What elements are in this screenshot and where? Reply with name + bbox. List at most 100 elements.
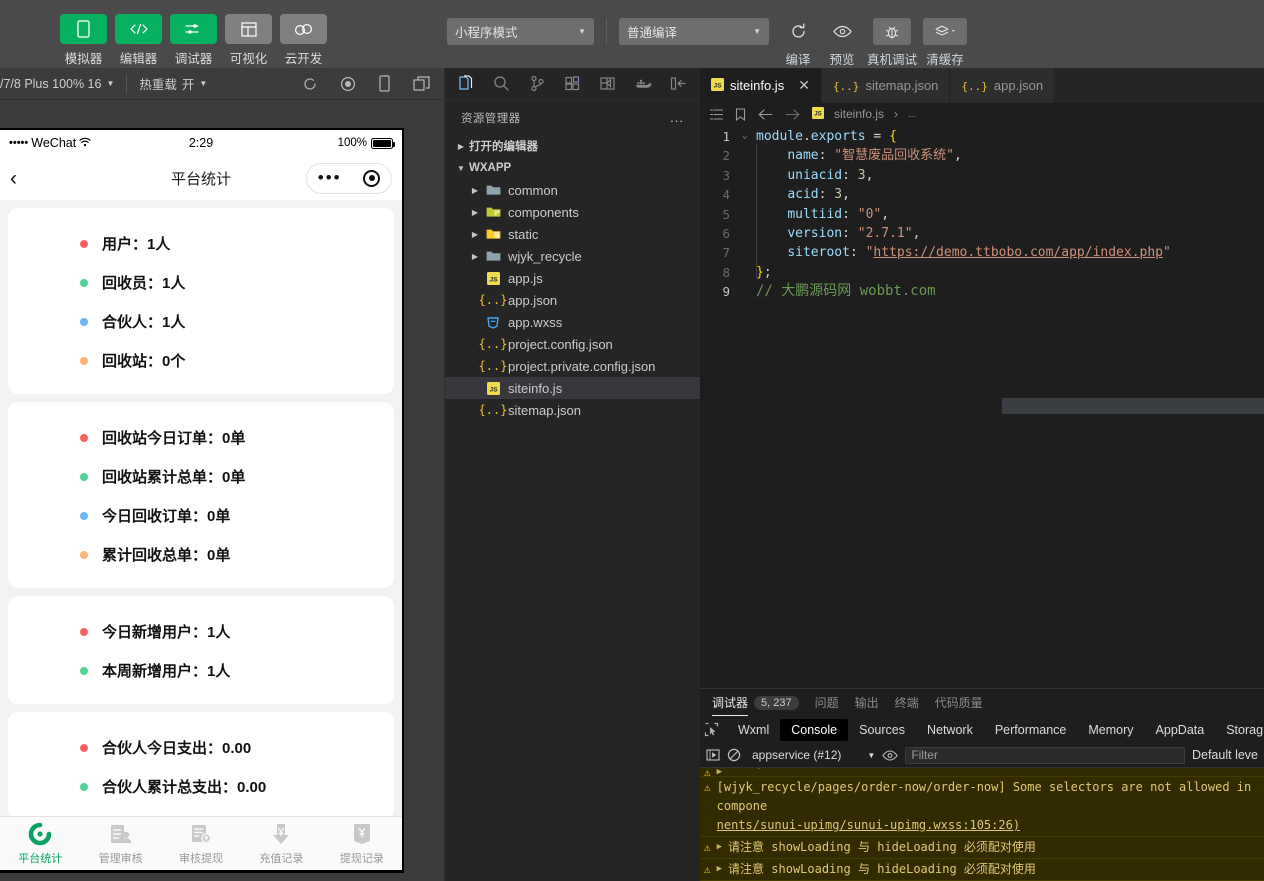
editor-tab-sitemap-json[interactable]: {..} sitemap.json [822,68,950,103]
project-mode-select[interactable]: 小程序模式 ▼ [447,18,594,45]
collapse-panel-icon[interactable] [661,68,696,100]
eye-icon[interactable] [882,750,898,761]
tree-row-folder-wjyk-recycle[interactable]: ▶ wjyk_recycle [445,245,700,267]
source-control-icon[interactable] [520,68,555,100]
step-icon[interactable] [706,748,720,762]
devtools-tab-memory[interactable]: Memory [1077,719,1144,741]
chevron-down-icon: ▼ [106,79,114,88]
line-number: 4 [700,185,742,204]
compile-button[interactable]: 编译 [779,18,817,68]
panel-tab-output[interactable]: 输出 [855,689,879,716]
files-icon[interactable] [449,68,484,100]
clear-cache-button[interactable]: 清缓存 [923,18,967,68]
editor-tab-app-json[interactable]: {..} app.json [950,68,1055,103]
devtools-tab-sources[interactable]: Sources [848,719,916,741]
tab-recharge-records[interactable]: 充值记录 [241,821,321,866]
mode-button-debugger[interactable]: 调试器 [170,14,217,67]
tree-row-file-project-config[interactable]: {..} project.config.json [445,333,700,355]
outline-icon[interactable] [710,109,723,120]
window-icon[interactable] [413,76,430,92]
svg-text:JS: JS [713,82,722,89]
record-icon[interactable] [340,76,356,92]
compile-mode-select[interactable]: 普通编译 ▼ [619,18,769,45]
tab-withdraw-records[interactable]: 提现记录 [322,821,402,866]
console-message[interactable]: ⚠ ▶ [Component] slot "content" is not fo… [700,768,1264,777]
close-icon[interactable]: ✕ [798,77,810,94]
tab-manage-review[interactable]: 管理审核 [80,821,160,866]
hot-reload-toggle[interactable]: 热重载 开 ▼ [139,74,207,93]
mode-button-cloud[interactable]: 云开发 [280,14,327,67]
console-message[interactable]: ⚠ ▶ 请注意 showLoading 与 hideLoading 必须配对使用 [700,859,1264,881]
clear-icon[interactable] [727,748,741,762]
wechat-capsule[interactable]: ••• [306,163,392,194]
device-icon[interactable] [378,75,391,92]
expand-arrow-icon[interactable]: ▶ [717,838,722,857]
extensions-icon[interactable] [555,68,590,100]
expand-arrow-icon[interactable]: ▶ [717,860,722,879]
code-content[interactable]: 1 ⌄ module.exports = { 2 name: "智慧废品回收系统… [700,125,1264,302]
console-message-text: 请注意 showLoading 与 hideLoading 必须配对使用 [728,860,1036,879]
panel-tab-debugger[interactable]: 调试器 [712,689,748,716]
console-context-select[interactable]: appservice (#12) ▼ [748,748,875,762]
file-name: siteinfo.js [508,381,562,396]
fold-chevron-icon[interactable]: ⌄ [742,127,756,146]
devtools-tab-network[interactable]: Network [916,719,984,741]
tree-row-file-app-json[interactable]: {..} app.json [445,289,700,311]
preview-button[interactable]: 预览 [823,18,861,68]
search-icon[interactable] [484,68,519,100]
console-message[interactable]: ⚠ [wjyk_recycle/pages/order-now/order-no… [700,777,1264,837]
tree-row-file-siteinfo-js[interactable]: JS siteinfo.js [445,377,700,399]
tree-row-file-app-wxss[interactable]: app.wxss [445,311,700,333]
console-message-list[interactable]: ⚠ ▶ [Component] slot "content" is not fo… [700,768,1264,881]
section-wxapp[interactable]: ▼ WXAPP [445,157,700,179]
layout-icon [225,14,272,44]
recharge-icon [268,821,294,847]
devtools-tab-storage[interactable]: Storag [1215,719,1264,741]
devtools-tab-performance[interactable]: Performance [984,719,1078,741]
stats-scroll-area[interactable]: 用户：1人 回收员：1人 合伙人：1人 回收站：0个 [0,200,402,816]
element-picker-icon[interactable] [704,722,719,737]
stat-value: 0单 [207,508,230,525]
refresh-icon[interactable] [302,76,318,92]
breadcrumb[interactable]: JS siteinfo.js › ... [812,107,916,122]
debug-icon[interactable] [590,68,625,100]
tree-row-file-sitemap-json[interactable]: {..} sitemap.json [445,399,700,421]
tab-platform-stats[interactable]: 平台统计 [0,821,80,866]
console-message-line2[interactable]: nents/sunui-upimg/sunui-upimg.wxss:105:2… [717,818,1020,832]
stat-value: 0个 [162,353,185,370]
panel-tab-terminal[interactable]: 终端 [895,689,919,716]
tree-row-folder-components[interactable]: ▶ components [445,201,700,223]
bookmark-icon[interactable] [735,108,746,121]
forward-arrow-icon[interactable] [785,109,800,120]
console-filter-input[interactable]: Filter [905,747,1185,764]
mode-button-editor[interactable]: 编辑器 [115,14,162,67]
mode-button-simulator[interactable]: 模拟器 [60,14,107,67]
devtools-tab-console[interactable]: Console [780,719,848,741]
tree-row-file-app-js[interactable]: JS app.js [445,267,700,289]
panel-tab-problems[interactable]: 问题 [815,689,839,716]
tab-review-withdraw[interactable]: 审核提现 [161,821,241,866]
devtools-tab-wxml[interactable]: Wxml [727,719,780,741]
tree-row-folder-static[interactable]: ▶ static [445,223,700,245]
docker-icon[interactable] [625,68,660,100]
back-arrow-icon[interactable] [758,109,773,120]
panel-tab-code-quality[interactable]: 代码质量 [935,689,983,716]
close-target-icon[interactable] [363,170,380,187]
device-select[interactable]: /7/8 Plus 100% 16 ▼ [0,77,114,91]
console-message[interactable]: ⚠ ▶ 请注意 showLoading 与 hideLoading 必须配对使用 [700,837,1264,859]
editor-tab-siteinfo-js[interactable]: JS siteinfo.js ✕ [700,68,822,103]
phone-icon [60,14,107,44]
status-time: 2:29 [189,136,213,150]
real-device-debug-button[interactable]: 真机调试 [867,18,917,68]
code-link[interactable]: https://demo.ttbobo.com/app/index.php [873,245,1163,260]
more-actions-icon[interactable]: ... [670,110,684,125]
console-level-select[interactable]: Default leve [1192,748,1258,762]
mode-button-visual[interactable]: 可视化 [225,14,272,67]
section-open-editors[interactable]: ▶ 打开的编辑器 [445,135,700,157]
devtools-tab-appdata[interactable]: AppData [1145,719,1216,741]
tree-row-folder-common[interactable]: ▶ common [445,179,700,201]
back-button[interactable]: ‹ [10,168,17,189]
expand-arrow-icon[interactable]: ▶ [717,768,722,777]
stat-label: 累计回收总单： [102,547,207,564]
tree-row-file-project-private-config[interactable]: {..} project.private.config.json [445,355,700,377]
